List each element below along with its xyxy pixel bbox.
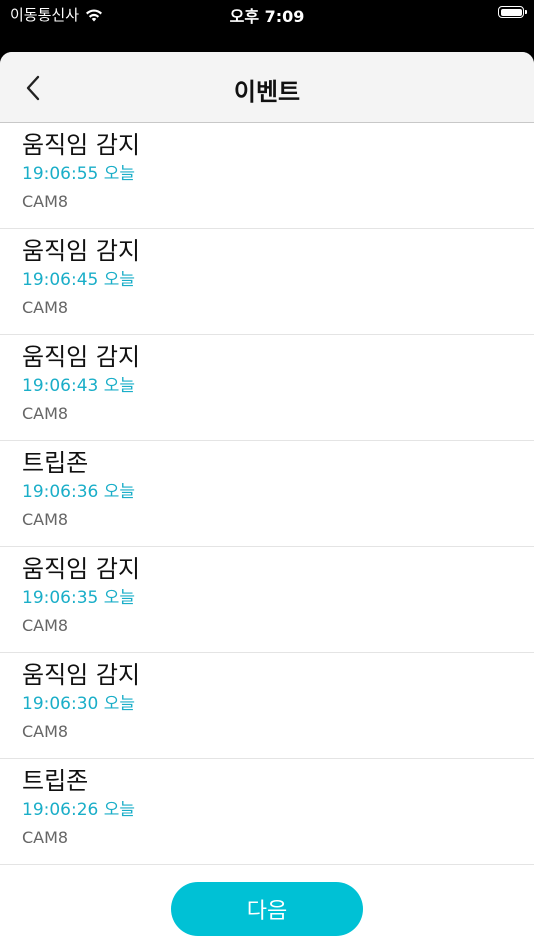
navigation-bar: 이벤트 (0, 52, 534, 123)
status-time: 오후 7:09 (229, 7, 305, 26)
event-camera: CAM8 (22, 616, 69, 635)
event-title: 트립존 (22, 767, 89, 795)
event-title: 움직임 감지 (22, 661, 141, 689)
event-time: 19:06:55 오늘 (22, 164, 136, 184)
page-title: 이벤트 (233, 78, 301, 106)
event-title: 움직임 감지 (22, 237, 141, 265)
status-bar: 이동통신사 오후 7:09 (0, 0, 534, 30)
event-time: 19:06:26 오늘 (22, 800, 136, 820)
event-time: 19:06:43 오늘 (22, 376, 136, 396)
event-title: 움직임 감지 (22, 555, 141, 583)
event-camera: CAM8 (22, 404, 69, 423)
event-item[interactable]: 움직임 감지 19:06:35 오늘 CAM8 (0, 547, 534, 653)
next-button[interactable]: 다음 (171, 882, 363, 936)
event-camera: CAM8 (22, 722, 69, 741)
event-camera: CAM8 (22, 510, 69, 529)
event-item[interactable]: 움직임 감지 19:06:30 오늘 CAM8 (0, 653, 534, 759)
event-item[interactable]: 트립존 19:06:36 오늘 CAM8 (0, 441, 534, 547)
event-list: 움직임 감지 19:06:55 오늘 CAM8 움직임 감지 19:06:45 … (0, 123, 534, 865)
battery-level (500, 8, 522, 16)
event-item[interactable]: 트립존 19:06:26 오늘 CAM8 (0, 759, 534, 865)
event-item[interactable]: 움직임 감지 19:06:45 오늘 CAM8 (0, 229, 534, 335)
event-time: 19:06:45 오늘 (22, 270, 136, 290)
event-camera: CAM8 (22, 298, 69, 317)
event-title: 트립존 (22, 449, 89, 477)
event-camera: CAM8 (22, 192, 69, 211)
event-time: 19:06:35 오늘 (22, 588, 136, 608)
event-camera: CAM8 (22, 828, 69, 847)
battery-icon (498, 6, 527, 18)
event-time: 19:06:36 오늘 (22, 482, 136, 502)
events-sheet: 이벤트 움직임 감지 19:06:55 오늘 CAM8 움직임 감지 19:06… (0, 52, 534, 950)
event-title: 움직임 감지 (22, 131, 141, 159)
event-title: 움직임 감지 (22, 343, 141, 371)
event-item[interactable]: 움직임 감지 19:06:55 오늘 CAM8 (0, 123, 534, 229)
event-time: 19:06:30 오늘 (22, 694, 136, 714)
event-item[interactable]: 움직임 감지 19:06:43 오늘 CAM8 (0, 335, 534, 441)
